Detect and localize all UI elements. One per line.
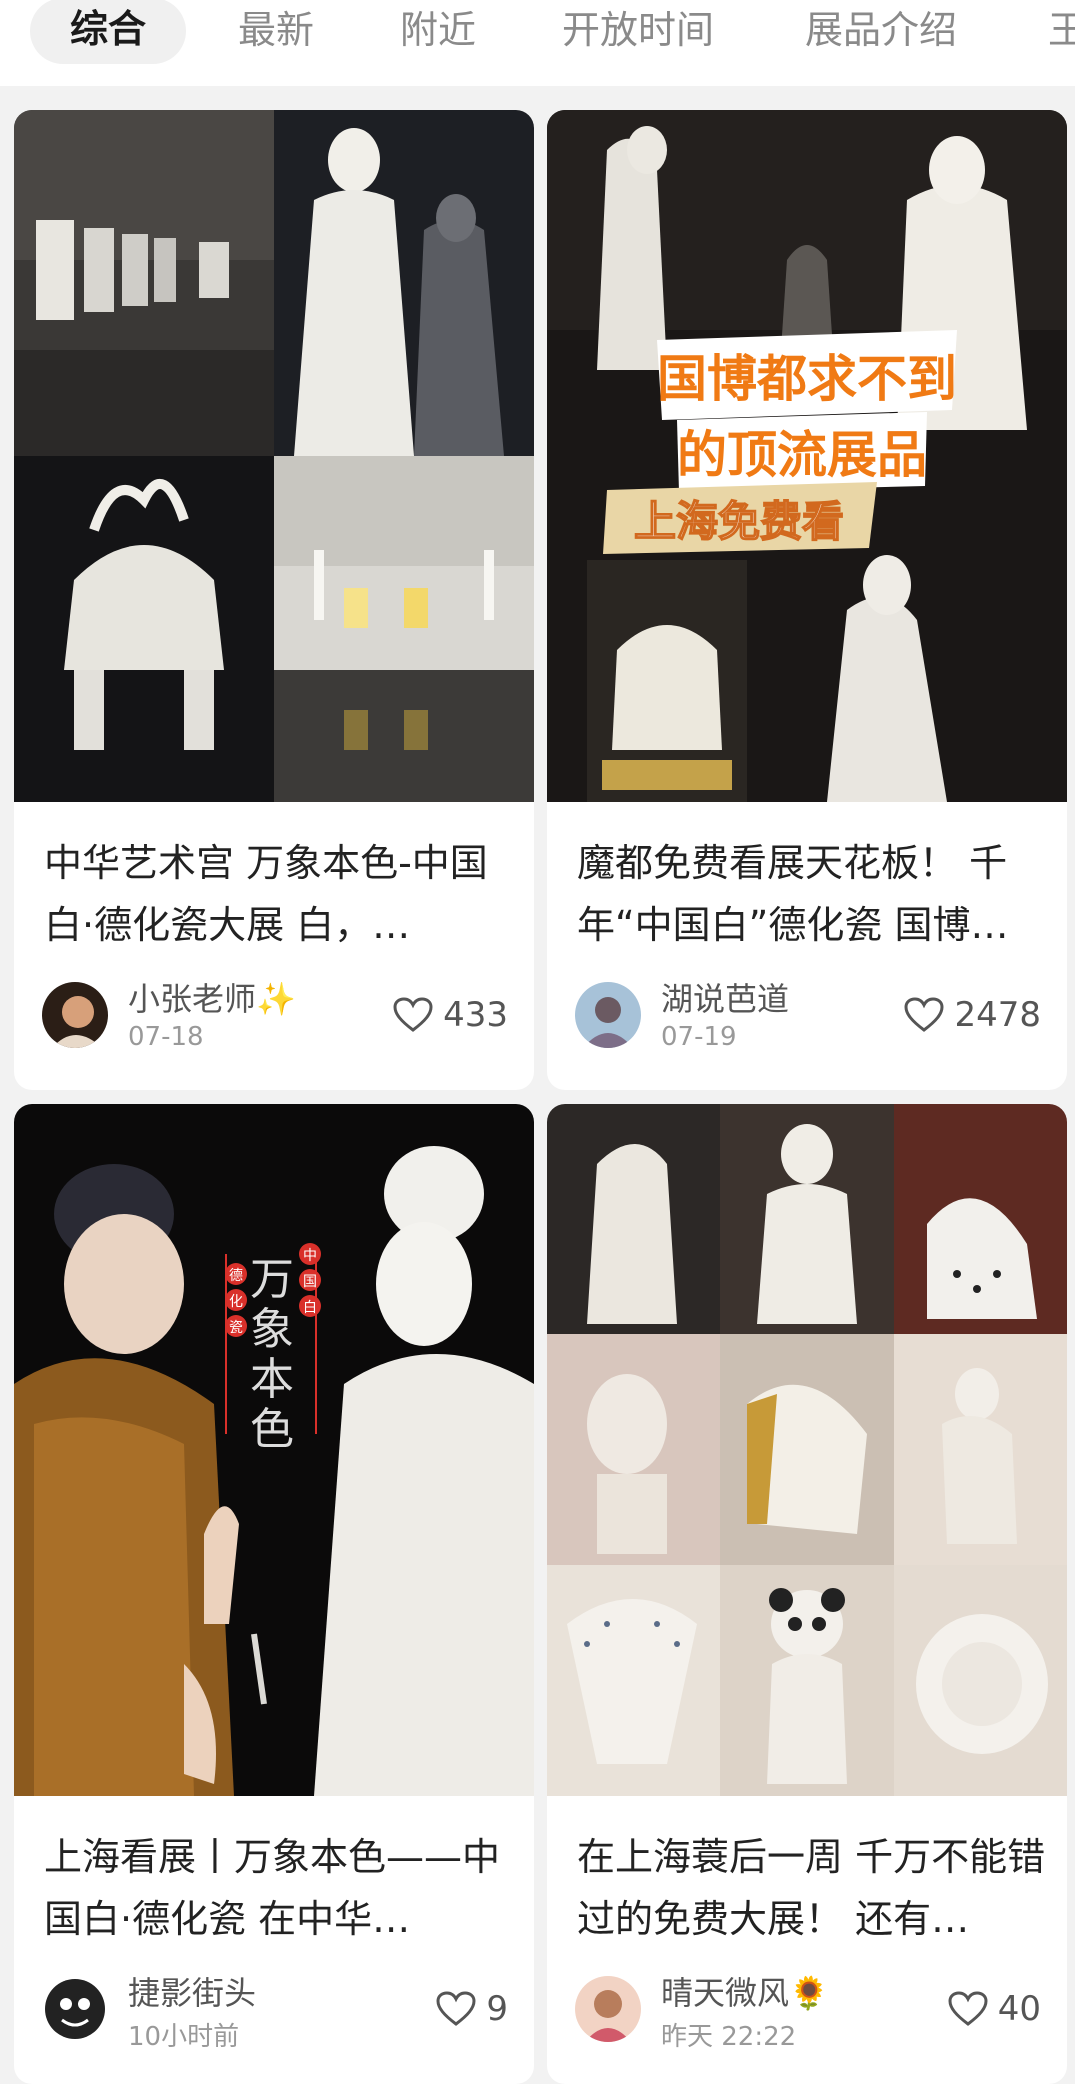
seal-char: 化 xyxy=(229,1294,243,1310)
tab-partial[interactable]: 王 xyxy=(1048,0,1075,64)
card-title: 在上海蓑后一周 千万不能错过的免费大展！ 还有… xyxy=(577,1835,1046,1941)
card-title: 中华艺术宫 万象本色-中国白·德化瓷大展 白，… xyxy=(44,841,488,947)
seal-char: 中 xyxy=(303,1248,317,1264)
card-cover-image: 国博都求不到 的顶流展品 上海免费看 xyxy=(547,110,1067,802)
tab-nearby[interactable]: 附近 xyxy=(400,0,476,64)
tab-exhibit-intro[interactable]: 展品介绍 xyxy=(805,0,957,64)
note-card[interactable]: 万 象 本 色 德 化 瓷 中 国 白 上海看展丨万象本色——中国白·德化瓷 在… xyxy=(14,1104,534,2084)
post-date: 07-19 xyxy=(661,1022,737,1052)
seal-char: 瓷 xyxy=(229,1320,243,1336)
seal-char: 德 xyxy=(229,1268,243,1284)
overlay-text: 国博都求不到 xyxy=(657,350,957,408)
author-name[interactable]: 小张老师✨ xyxy=(128,974,296,1020)
image-title-char: 象 xyxy=(250,1304,294,1355)
image-title-char: 色 xyxy=(250,1404,294,1455)
avatar[interactable] xyxy=(42,1976,108,2042)
overlay-text: 上海免费看 xyxy=(634,497,844,546)
overlay-text: 的顶流展品 xyxy=(677,426,927,484)
author-name[interactable]: 晴天微风🌻 xyxy=(661,1968,829,2014)
author-name[interactable]: 湖说芭道 xyxy=(661,974,789,1020)
like-count: 9 xyxy=(486,1989,508,2029)
category-tab-bar: 综合 最新 附近 开放时间 展品介绍 王 xyxy=(0,0,1075,86)
card-title: 魔都免费看展天花板！ 千年“中国白”德化瓷 国博… xyxy=(577,841,1009,947)
seal-char: 国 xyxy=(303,1274,317,1290)
card-cover-image xyxy=(547,1104,1067,1796)
avatar[interactable] xyxy=(575,1976,641,2042)
image-title-char: 本 xyxy=(250,1354,294,1405)
avatar[interactable] xyxy=(42,982,108,1048)
author-name[interactable]: 捷影街头 xyxy=(128,1968,256,2014)
like-button[interactable]: 2478 xyxy=(904,990,1041,1040)
card-cover-image: 万 象 本 色 德 化 瓷 中 国 白 xyxy=(14,1104,534,1796)
note-card[interactable]: 在上海蓑后一周 千万不能错过的免费大展！ 还有… 晴天微风🌻 昨天 22:22 … xyxy=(547,1104,1067,2084)
note-card[interactable]: 中华艺术宫 万象本色-中国白·德化瓷大展 白，… 小张老师✨ 07-18 433 xyxy=(14,110,534,1090)
heart-outline-icon xyxy=(436,1991,476,2026)
seal-char: 白 xyxy=(303,1300,317,1316)
tab-opening-hours[interactable]: 开放时间 xyxy=(562,0,714,64)
card-title: 上海看展丨万象本色——中国白·德化瓷 在中华… xyxy=(44,1835,501,1941)
card-cover-image xyxy=(14,110,534,802)
like-count: 433 xyxy=(443,995,508,1035)
heart-outline-icon xyxy=(904,997,944,1032)
post-date: 10小时前 xyxy=(128,2022,240,2052)
post-date: 07-18 xyxy=(128,1022,204,1052)
post-date: 昨天 22:22 xyxy=(661,2022,797,2052)
note-card[interactable]: 国博都求不到 的顶流展品 上海免费看 魔都免费看展天花板！ 千年“中国白”德化瓷… xyxy=(547,110,1067,1090)
image-title-char: 万 xyxy=(250,1254,294,1305)
heart-outline-icon xyxy=(393,997,433,1032)
like-count: 2478 xyxy=(954,995,1041,1035)
like-button[interactable]: 40 xyxy=(948,1984,1041,2034)
like-button[interactable]: 433 xyxy=(393,990,508,1040)
like-count: 40 xyxy=(997,1989,1041,2029)
heart-outline-icon xyxy=(948,1991,988,2026)
like-button[interactable]: 9 xyxy=(436,1984,508,2034)
avatar[interactable] xyxy=(575,982,641,1048)
tab-comprehensive[interactable]: 综合 xyxy=(30,0,187,64)
tab-latest[interactable]: 最新 xyxy=(238,0,314,64)
